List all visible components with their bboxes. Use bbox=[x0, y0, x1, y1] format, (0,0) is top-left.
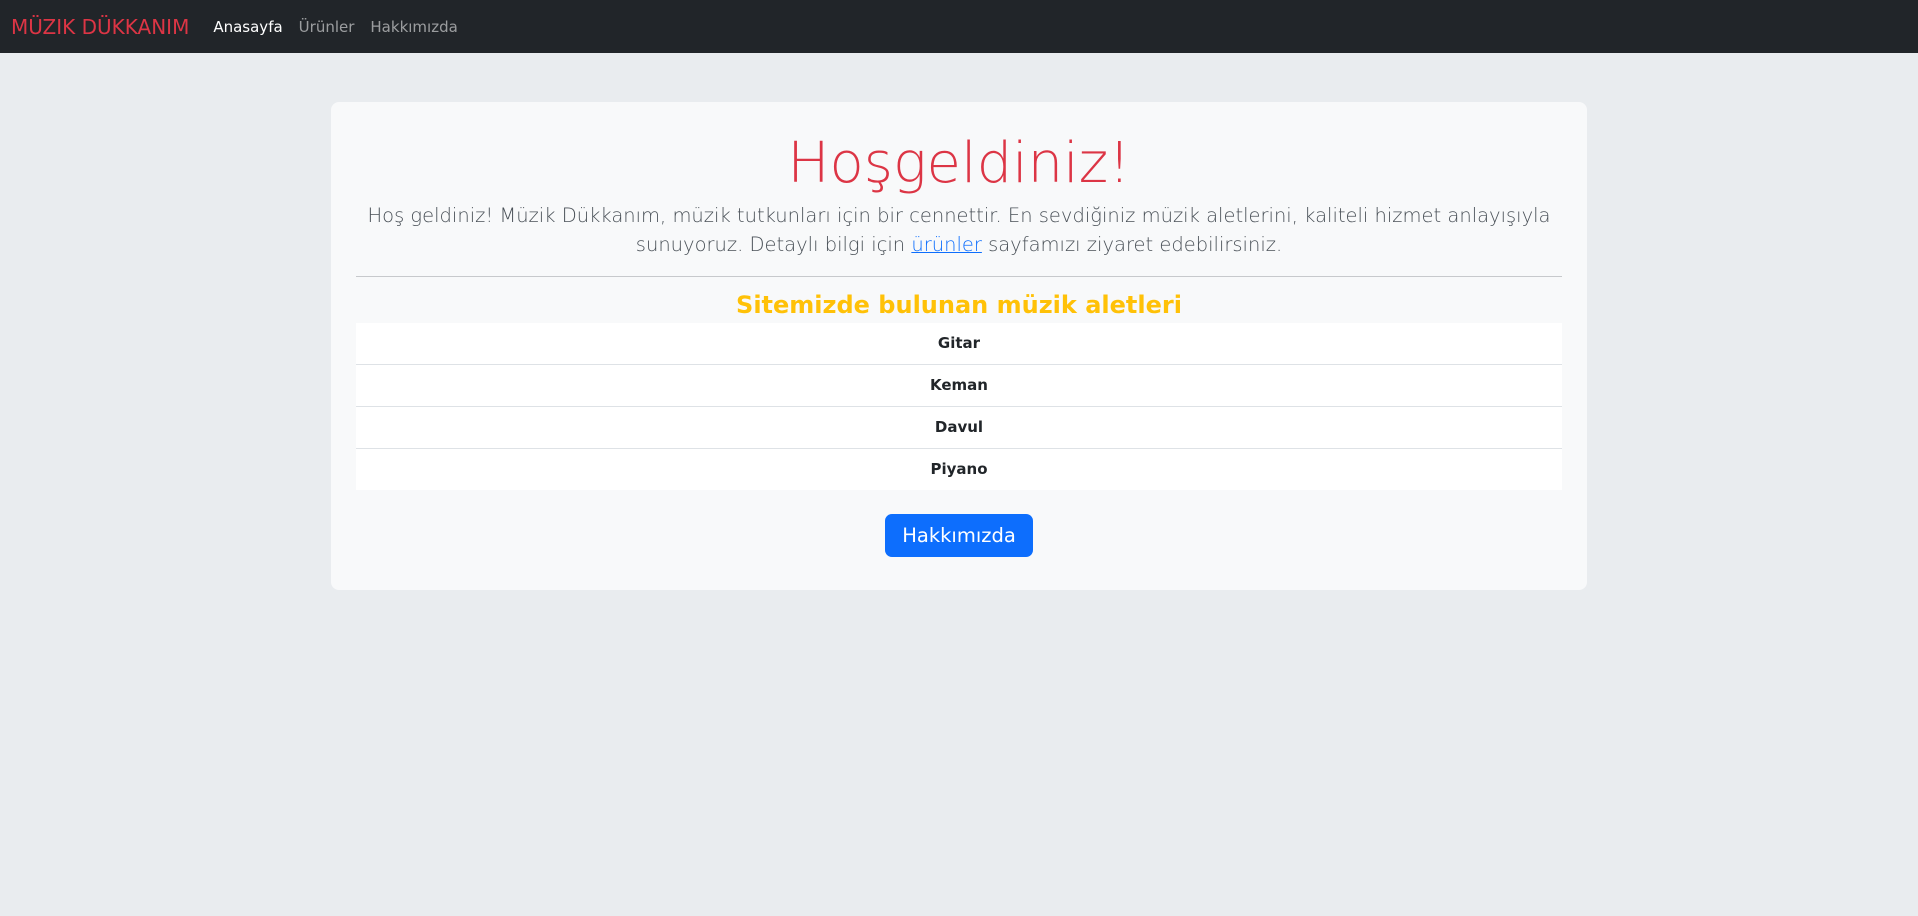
brand-logo-link[interactable]: MÜZIK DÜKKANIM bbox=[11, 15, 189, 39]
list-item-piyano: Piyano bbox=[930, 460, 988, 479]
list-item-gitar: Gitar bbox=[356, 323, 1562, 366]
products-link[interactable]: ürünler bbox=[911, 233, 982, 256]
list-item-keman: Keman bbox=[356, 365, 1562, 408]
about-us-button[interactable]: Hakkımızda bbox=[885, 514, 1033, 558]
welcome-text-end: sayfamızı ziyaret edebilirsiniz. bbox=[981, 233, 1283, 257]
instruments-heading: Sitemizde bulunan müzik aletleri bbox=[736, 290, 1182, 319]
page-title: Hoşgeldiniz! bbox=[787, 131, 1131, 196]
nav-link-urunler[interactable]: Ürünler bbox=[299, 18, 355, 36]
list-item-davul: Davul bbox=[356, 407, 1562, 450]
divider bbox=[356, 275, 1562, 277]
top-navbar: MÜZIK DÜKKANIM Anasayfa Ürünler Hakkımız… bbox=[0, 0, 1918, 53]
nav-link-hakkimizda[interactable]: Hakkımızda bbox=[370, 18, 457, 36]
instrument-list: Gitar Keman Davul Piyano bbox=[356, 323, 1562, 491]
welcome-paragraph: Hoş geldiniz! Müzik Dükkanım, müzik tutk… bbox=[356, 201, 1562, 260]
nav-link-anasayfa[interactable]: Anasayfa bbox=[213, 18, 282, 36]
welcome-card: Hoşgeldiniz! Hoş geldiniz! Müzik Dükkanı… bbox=[331, 102, 1587, 590]
